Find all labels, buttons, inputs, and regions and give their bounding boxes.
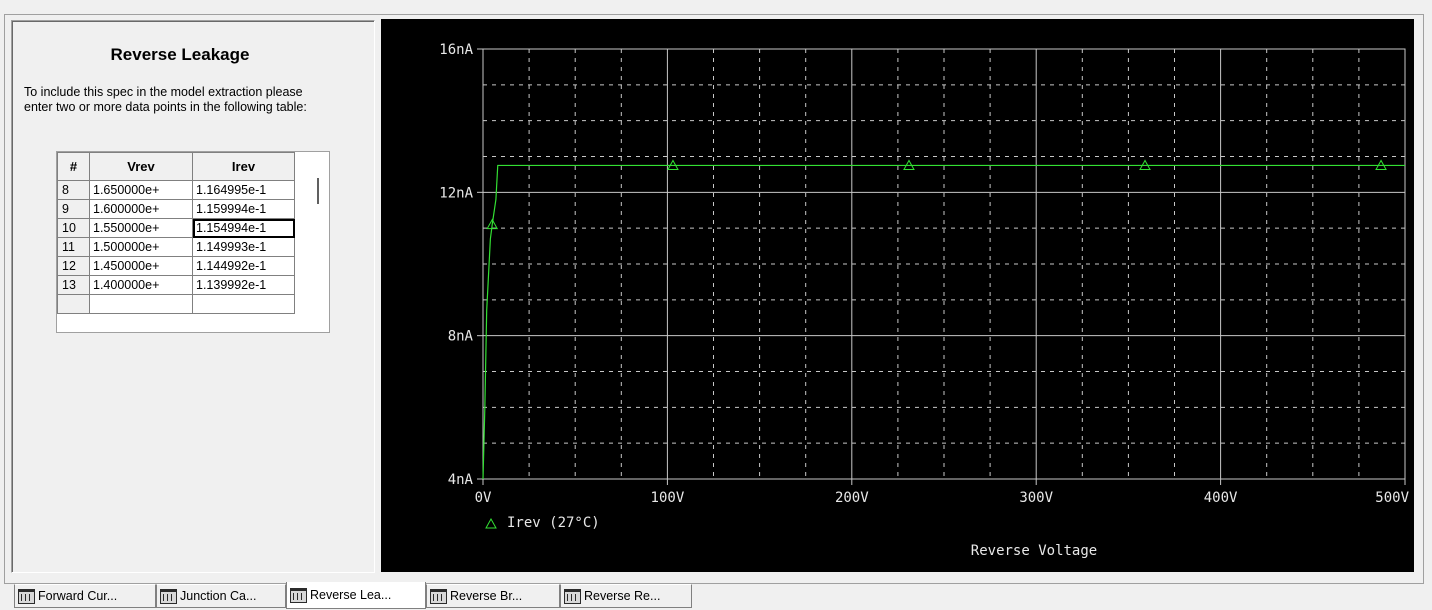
spec-tab-bar: Forward Cur... Junction Ca... Reverse Lea.… (14, 582, 1014, 610)
spec-sheet-icon (289, 587, 307, 603)
x-tick-label: 500V (1375, 490, 1409, 506)
tab-label: Reverse Br... (450, 589, 523, 603)
column-header-irev[interactable]: Irev (192, 152, 295, 181)
legend-label: Irev (27°C) (507, 515, 600, 531)
spec-sheet-icon (563, 588, 581, 604)
row-index-cell[interactable]: 13 (57, 275, 90, 295)
irev-cell[interactable]: 1.139992e-1 (192, 275, 295, 295)
row-index-cell[interactable]: 8 (57, 180, 90, 200)
spec-panel: Reverse Leakage To include this spec in … (11, 20, 375, 573)
row-index-cell[interactable]: 10 (57, 218, 90, 238)
table-cell-clipped[interactable] (192, 294, 295, 314)
tab-forward-cur[interactable]: Forward Cur... (14, 584, 156, 608)
x-tick-label: 300V (1019, 490, 1053, 506)
vrev-cell[interactable]: 1.600000e+ (89, 199, 193, 219)
tab-label: Junction Ca... (180, 589, 257, 603)
spec-sheet-icon (429, 588, 447, 604)
table-cell-clipped[interactable] (57, 294, 90, 314)
row-index-cell[interactable]: 12 (57, 256, 90, 276)
row-index-cell[interactable]: 11 (57, 237, 90, 257)
data-table: # Vrev Irev 8 1.650000e+ 1.164995e-1 9 1.600… (57, 152, 295, 314)
vrev-cell[interactable]: 1.500000e+ (89, 237, 193, 257)
x-tick-label: 400V (1204, 490, 1238, 506)
legend-marker-icon (485, 517, 497, 529)
spec-sheet-icon (159, 588, 177, 604)
tab-label: Forward Cur... (38, 589, 118, 603)
plot-window[interactable]: 4nA 8nA 12nA 16nA 0V 100V 200V 300V 400V 500V Irev… (381, 19, 1414, 572)
column-header-index[interactable]: # (57, 152, 90, 181)
x-tick-label: 100V (651, 490, 685, 506)
table-row[interactable]: 11 1.500000e+ 1.149993e-1 (57, 237, 295, 257)
vrev-cell[interactable]: 1.650000e+ (89, 180, 193, 200)
leakage-chart: 4nA 8nA 12nA 16nA 0V 100V 200V 300V 400V 500V Irev… (439, 42, 1409, 559)
irev-cell[interactable]: 1.154994e-1 (192, 218, 295, 238)
table-cell-clipped[interactable] (89, 294, 193, 314)
x-axis-title: Reverse Voltage (971, 543, 1097, 559)
tab-reverse-re[interactable]: Reverse Re... (560, 584, 692, 608)
vrev-cell[interactable]: 1.550000e+ (89, 218, 193, 238)
table-row[interactable]: 9 1.600000e+ 1.159994e-1 (57, 199, 295, 219)
y-tick-label: 12nA (439, 185, 473, 201)
irev-cell[interactable]: 1.144992e-1 (192, 256, 295, 276)
table-row[interactable]: 10 1.550000e+ 1.154994e-1 (57, 218, 295, 238)
table-row[interactable]: 12 1.450000e+ 1.144992e-1 (57, 256, 295, 276)
spec-description: To include this spec in the model extrac… (24, 85, 307, 114)
irev-cell[interactable]: 1.159994e-1 (192, 199, 295, 219)
tab-label: Reverse Lea... (310, 588, 392, 602)
column-header-vrev[interactable]: Vrev (89, 152, 193, 181)
y-tick-label: 16nA (439, 42, 473, 58)
y-tick-label: 8nA (448, 329, 474, 345)
tab-junction-ca[interactable]: Junction Ca... (156, 584, 286, 608)
vrev-cell[interactable]: 1.400000e+ (89, 275, 193, 295)
table-row-partial[interactable] (57, 294, 295, 314)
spec-sheet-icon (17, 588, 35, 604)
tab-reverse-lea[interactable]: Reverse Lea... (286, 582, 426, 609)
row-index-cell[interactable]: 9 (57, 199, 90, 219)
data-table-container[interactable]: # Vrev Irev 8 1.650000e+ 1.164995e-1 9 1.600… (56, 151, 330, 333)
table-row[interactable]: 8 1.650000e+ 1.164995e-1 (57, 180, 295, 200)
tab-reverse-br[interactable]: Reverse Br... (426, 584, 560, 608)
x-tick-label: 200V (835, 490, 869, 506)
irev-cell[interactable]: 1.164995e-1 (192, 180, 295, 200)
table-scrollbar-thumb[interactable] (317, 178, 319, 204)
model-editor-frame: Reverse Leakage To include this spec in … (4, 14, 1424, 584)
x-tick-label: 0V (475, 490, 492, 506)
tab-label: Reverse Re... (584, 589, 661, 603)
spec-title: Reverse Leakage (110, 45, 250, 64)
vrev-cell[interactable]: 1.450000e+ (89, 256, 193, 276)
y-tick-label: 4nA (448, 472, 474, 488)
irev-cell[interactable]: 1.149993e-1 (192, 237, 295, 257)
table-row[interactable]: 13 1.400000e+ 1.139992e-1 (57, 275, 295, 295)
